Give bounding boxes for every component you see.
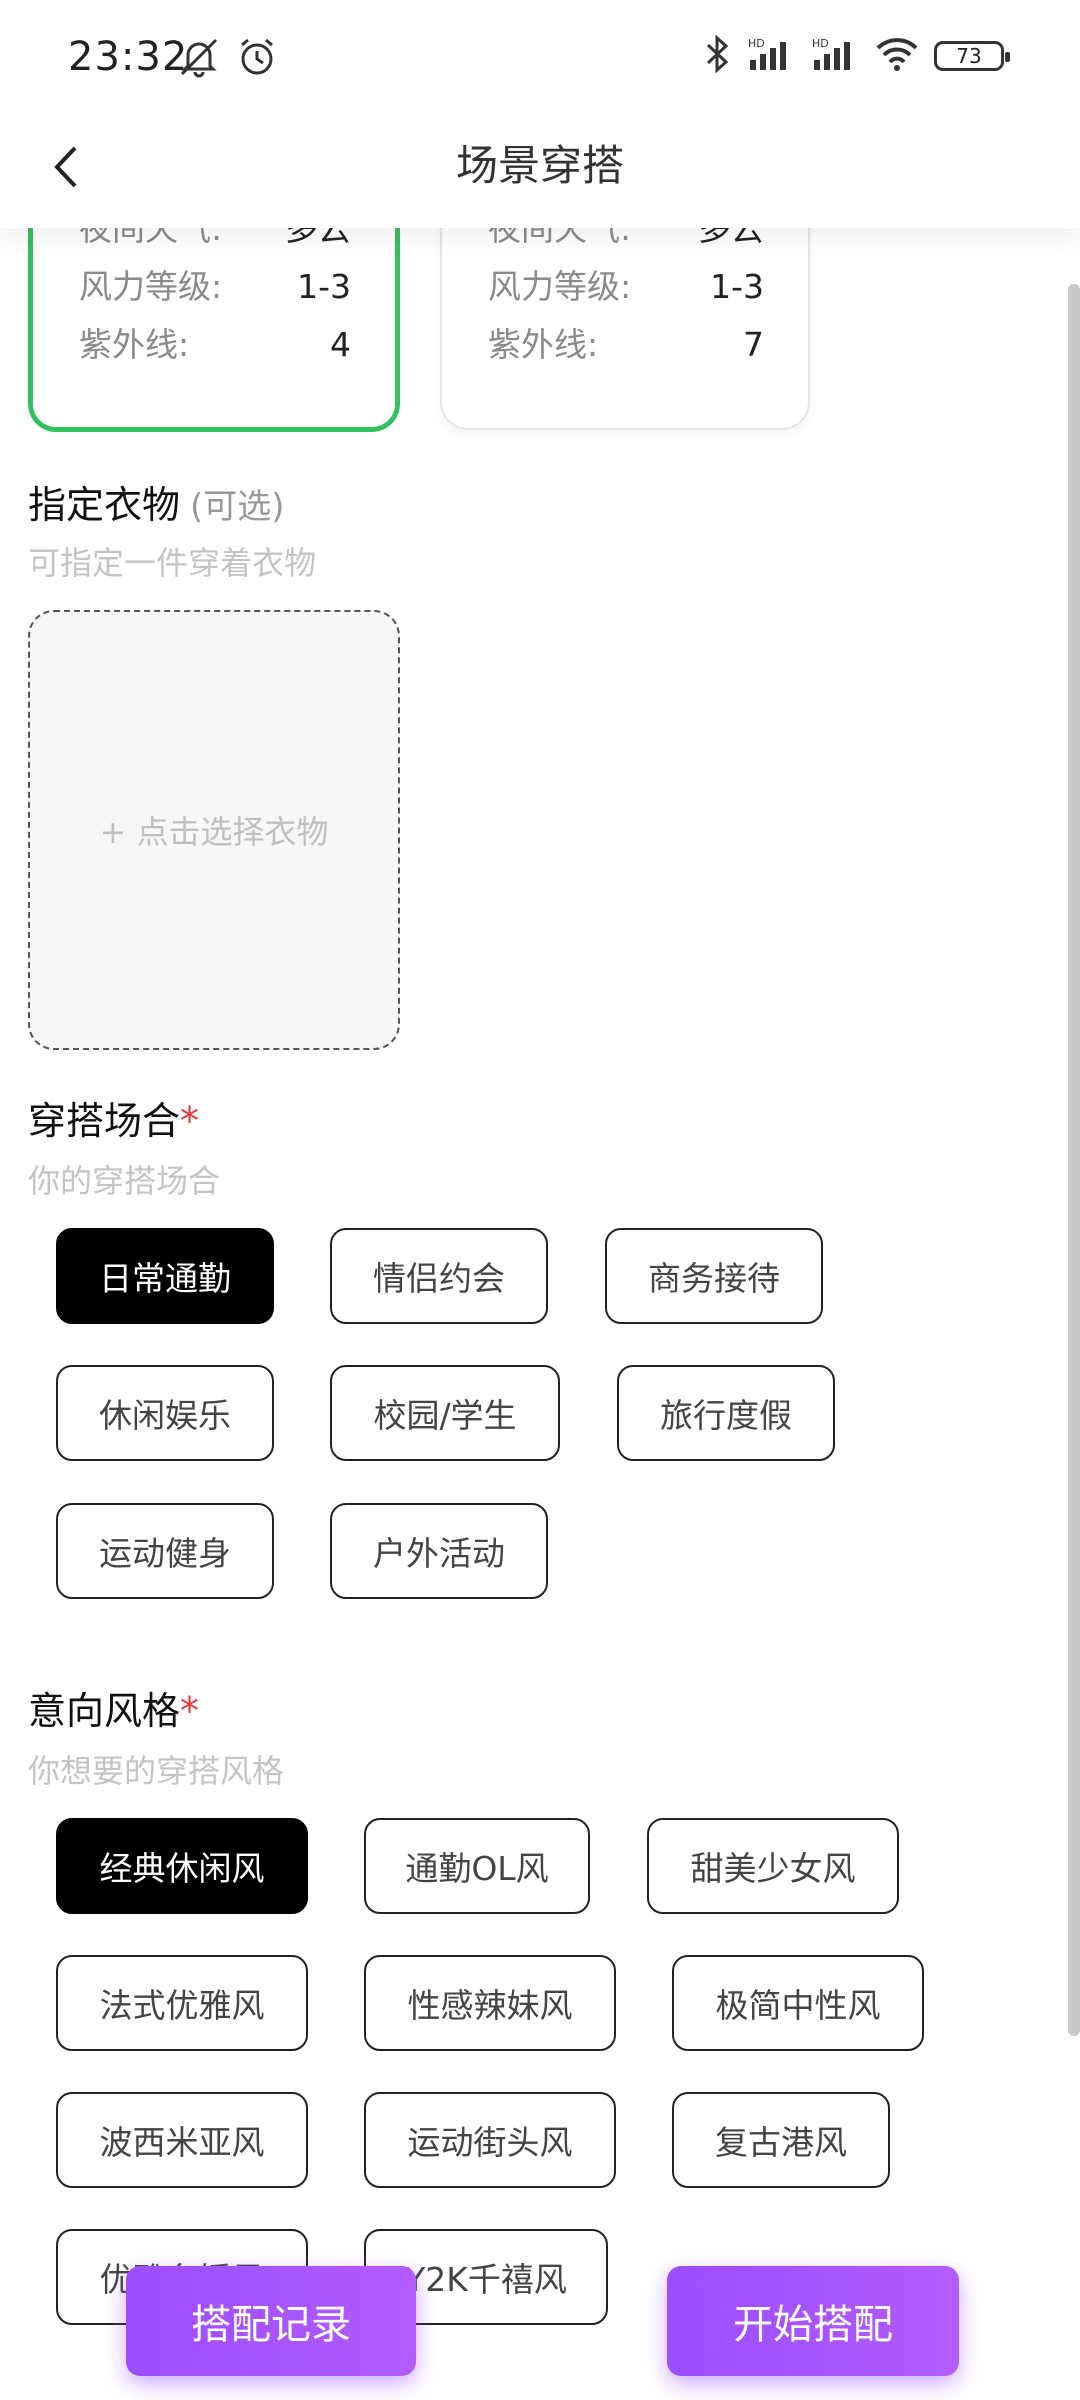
- status-icons-left: [176, 36, 278, 82]
- svg-text:HD: HD: [748, 37, 765, 50]
- weather-row-uv: 紫外线: 4: [79, 316, 351, 374]
- style-section-title: 意向风格*: [28, 1680, 199, 1735]
- occasion-chip[interactable]: 校园/学生: [330, 1365, 560, 1461]
- status-icons-right: HD HD 73: [702, 34, 1010, 78]
- weather-label: 紫外线:: [488, 325, 599, 364]
- style-chip[interactable]: 复古港风: [672, 2092, 890, 2188]
- weather-card-selected[interactable]: 夜间天气: 多云 风力等级: 1-3 紫外线: 4: [28, 200, 400, 432]
- weather-card[interactable]: 夜间天气: 多云 风力等级: 1-3 紫外线: 7: [440, 200, 810, 430]
- clothing-subtitle: 可指定一件穿着衣物: [28, 544, 317, 582]
- history-button[interactable]: 搭配记录: [126, 2266, 416, 2376]
- clothing-section-title: 指定衣物 (可选): [28, 474, 285, 529]
- occasion-chip[interactable]: 情侣约会: [330, 1228, 548, 1324]
- weather-value: 7: [743, 325, 764, 364]
- alarm-icon: [236, 36, 278, 82]
- weather-label: 风力等级:: [79, 267, 223, 306]
- upload-label: + 点击选择衣物: [99, 813, 329, 851]
- status-time: 23:32: [68, 34, 189, 80]
- style-chip[interactable]: 经典休闲风: [56, 1818, 308, 1914]
- status-bar: 23:32 HD HD 73: [0, 0, 1080, 110]
- style-chip[interactable]: 甜美少女风: [647, 1818, 899, 1914]
- start-button[interactable]: 开始搭配: [667, 2266, 959, 2376]
- occasion-title: 穿搭场合: [28, 1099, 181, 1143]
- style-subtitle: 你想要的穿搭风格: [28, 1752, 285, 1790]
- occasion-chip[interactable]: 休闲娱乐: [56, 1365, 274, 1461]
- required-mark: *: [180, 1689, 200, 1733]
- style-chip[interactable]: 法式优雅风: [56, 1955, 308, 2051]
- required-mark: *: [180, 1099, 200, 1143]
- style-chip[interactable]: 性感辣妹风: [364, 1955, 616, 2051]
- weather-label: 风力等级:: [488, 267, 632, 306]
- occasion-chip[interactable]: 旅行度假: [617, 1365, 835, 1461]
- occasion-chip[interactable]: 商务接待: [605, 1228, 823, 1324]
- style-chip[interactable]: 运动街头风: [364, 2092, 616, 2188]
- select-clothing-button[interactable]: + 点击选择衣物: [28, 610, 400, 1050]
- bluetooth-icon: [702, 34, 732, 78]
- style-chip[interactable]: 通勤OL风: [364, 1818, 590, 1914]
- bell-off-icon: [176, 36, 222, 82]
- battery-icon: 73: [934, 41, 1010, 71]
- scrollbar[interactable]: [1068, 284, 1080, 2036]
- occasion-chip[interactable]: 日常通勤: [56, 1228, 274, 1324]
- clothing-title: 指定衣物: [28, 483, 181, 527]
- svg-text:HD: HD: [812, 37, 829, 50]
- weather-row-wind: 风力等级: 1-3: [79, 258, 351, 316]
- style-chip[interactable]: 波西米亚风: [56, 2092, 308, 2188]
- style-title: 意向风格: [28, 1689, 181, 1733]
- weather-value: 1-3: [297, 267, 351, 306]
- style-chip[interactable]: 极简中性风: [672, 1955, 924, 2051]
- occasion-chip[interactable]: 户外活动: [330, 1503, 548, 1599]
- page-title: 场景穿搭: [455, 141, 624, 190]
- optional-hint: (可选): [190, 487, 285, 527]
- signal-icon: HD: [810, 36, 860, 76]
- occasion-section-title: 穿搭场合*: [28, 1090, 199, 1145]
- weather-row-wind: 风力等级: 1-3: [488, 258, 764, 316]
- signal-icon: HD: [746, 36, 796, 76]
- occasion-subtitle: 你的穿搭场合: [28, 1162, 221, 1200]
- occasion-chip[interactable]: 运动健身: [56, 1503, 274, 1599]
- header: 场景穿搭: [0, 110, 1080, 228]
- weather-row-uv: 紫外线: 7: [488, 316, 764, 374]
- weather-label: 紫外线:: [79, 325, 190, 364]
- wifi-icon: [874, 36, 920, 76]
- weather-value: 1-3: [710, 267, 764, 306]
- weather-value: 4: [330, 325, 351, 364]
